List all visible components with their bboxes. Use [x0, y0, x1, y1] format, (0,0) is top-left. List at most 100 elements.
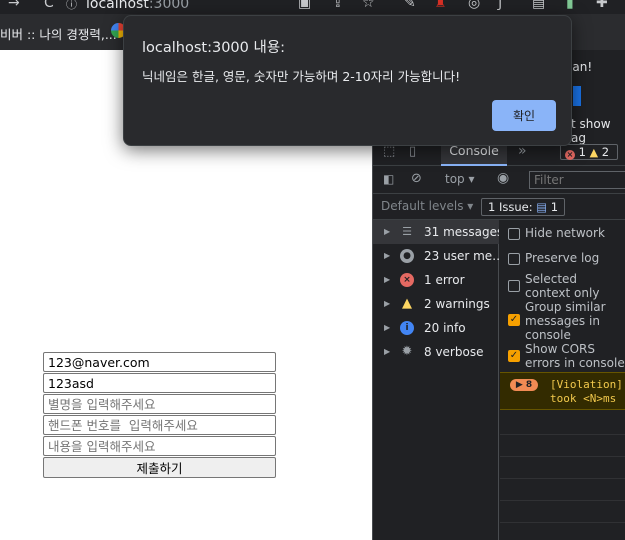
- setting-label: Group similar messages in console: [525, 300, 606, 342]
- clear-console-icon[interactable]: ⊘: [411, 171, 422, 186]
- log-row-divider: [500, 434, 625, 435]
- extension-red-icon[interactable]: ♜: [434, 0, 447, 11]
- sidebar-item-warnings[interactable]: ▶ ▲ 2 warnings: [373, 292, 499, 316]
- checkbox[interactable]: [508, 280, 520, 292]
- error-icon: ×: [400, 273, 414, 287]
- list-icon: ☰: [402, 225, 412, 238]
- violation-count: 8: [525, 380, 533, 390]
- issues-button[interactable]: 1 Issue: ▤ 1: [481, 198, 565, 216]
- levels-bar: Default levels ▾ 1 Issue: ▤ 1: [373, 194, 625, 220]
- filter-input[interactable]: [529, 171, 625, 189]
- setting-label: Hide network: [525, 226, 605, 240]
- extension-note-icon[interactable]: ▤: [532, 0, 545, 11]
- sidebar-item-label: 31 messages: [424, 225, 499, 239]
- password-field[interactable]: [43, 373, 276, 393]
- default-levels-dropdown[interactable]: Default levels ▾: [381, 199, 473, 213]
- expand-arrow-icon: ▶: [384, 323, 391, 332]
- inspect-element-icon[interactable]: ⬚: [383, 144, 395, 159]
- sidebar-item-label: 8 verbose: [424, 345, 484, 359]
- url-port: :3000: [148, 0, 190, 12]
- extension-icon[interactable]: ✎: [404, 0, 416, 11]
- warning-count: 2: [601, 145, 610, 159]
- violation-text: [Violation] took <N>ms: [550, 378, 623, 405]
- submit-button[interactable]: 제출하기: [43, 457, 276, 478]
- sidebar-item-messages[interactable]: ▶ ☰ 31 messages: [373, 220, 499, 244]
- expand-arrow-icon: ▶: [384, 227, 391, 236]
- back-arrow-icon[interactable]: →: [8, 0, 20, 11]
- checkbox-checked[interactable]: ✓: [508, 350, 520, 362]
- log-row-divider: [500, 456, 625, 457]
- extension-target-icon[interactable]: ◎: [468, 0, 480, 11]
- warning-icon: ▲: [402, 296, 412, 311]
- partial-banner-button[interactable]: [573, 86, 581, 106]
- expand-arrow-icon: ▶: [384, 251, 391, 260]
- device-toggle-icon[interactable]: ▯: [409, 144, 416, 159]
- share-icon[interactable]: ⇪: [332, 0, 344, 11]
- log-row-divider: [500, 522, 625, 523]
- bug-icon: ✹: [401, 344, 413, 359]
- alert-title: localhost:3000 내용:: [142, 40, 286, 56]
- sidebar-item-label: 20 info: [424, 321, 466, 335]
- checkbox-checked[interactable]: ✓: [508, 314, 520, 326]
- console-toolbar: ◧ ⊘ top ▾ ◉: [373, 166, 625, 194]
- info-icon[interactable]: ⓘ: [66, 0, 77, 12]
- setting-hide-network[interactable]: Hide network: [508, 226, 625, 244]
- violation-count-badge: ▶ 8: [510, 379, 538, 391]
- issues-label: 1 Issue:: [488, 200, 533, 214]
- extension-green-icon[interactable]: ▮: [566, 0, 574, 11]
- expand-arrow-icon: ▶: [384, 347, 391, 356]
- sidebar-item-info[interactable]: ▶ i 20 info: [373, 316, 499, 340]
- puzzle-icon[interactable]: ✚: [596, 0, 608, 11]
- email-field[interactable]: [43, 352, 276, 372]
- error-icon: ×: [565, 150, 575, 160]
- checkbox[interactable]: [508, 228, 520, 240]
- sidebar-toggle-icon[interactable]: ◧: [383, 172, 394, 186]
- violation-message[interactable]: ▶ 8 [Violation] took <N>ms: [500, 372, 625, 410]
- console-settings: Hide network Preserve log Selected conte…: [500, 220, 625, 370]
- setting-preserve-log[interactable]: Preserve log: [508, 251, 625, 269]
- sidebar-item-verbose[interactable]: ▶ ✹ 8 verbose: [373, 340, 499, 364]
- issues-count: 1: [550, 200, 559, 214]
- context-selector[interactable]: top ▾: [445, 172, 475, 186]
- warning-icon: ▲: [589, 146, 599, 159]
- info-icon: i: [400, 321, 414, 335]
- expand-arrow-icon: ▶: [384, 275, 391, 284]
- message-icon: ▤: [536, 200, 548, 214]
- setting-label: Show CORS errors in console: [525, 342, 625, 370]
- screen-cast-icon[interactable]: ▣: [298, 0, 311, 11]
- log-row-divider: [500, 500, 625, 501]
- bookmark-item[interactable]: 비버 :: 나의 경쟁력,...: [0, 24, 117, 43]
- sidebar-item-errors[interactable]: ▶ × 1 error: [373, 268, 499, 292]
- alert-dialog: localhost:3000 내용: 닉네임은 한글, 영문, 숫자만 가능하며…: [123, 15, 572, 146]
- console-sidebar: ▶ ☰ 31 messages ▶ ● 23 user me… ▶ × 1 er…: [373, 220, 499, 540]
- reload-icon[interactable]: C: [44, 0, 54, 11]
- nickname-input[interactable]: [43, 394, 276, 414]
- address-bar[interactable]: localhost:3000: [86, 0, 189, 12]
- sidebar-item-user-messages[interactable]: ▶ ● 23 user me…: [373, 244, 499, 268]
- error-count: 1: [578, 145, 586, 159]
- sidebar-item-label: 23 user me…: [424, 249, 499, 263]
- setting-group-similar[interactable]: ✓ Group similar messages in console: [508, 300, 625, 342]
- url-host: localhost: [86, 0, 149, 12]
- ok-button[interactable]: 확인: [492, 100, 556, 131]
- setting-selected-context[interactable]: Selected context only: [508, 272, 625, 300]
- phone-input[interactable]: [43, 415, 276, 435]
- alert-message: 닉네임은 한글, 영문, 숫자만 가능하며 2-10자리 가능합니다!: [142, 69, 461, 84]
- sidebar-item-label: 2 warnings: [424, 297, 490, 311]
- context-label: top: [445, 172, 465, 186]
- default-levels-label: Default levels: [381, 199, 464, 213]
- log-row-divider: [500, 478, 625, 479]
- setting-show-cors[interactable]: ✓ Show CORS errors in console: [508, 342, 625, 370]
- eye-icon[interactable]: ◉: [497, 170, 509, 186]
- expand-arrow-icon: ▶: [384, 299, 391, 308]
- browser-toolbar: → C ⓘ localhost:3000 ▣ ⇪ ☆ ✎ ♜ ◎ ƒ ▤ ▮ ✚: [0, 0, 625, 14]
- user-icon: ●: [400, 249, 414, 263]
- star-icon[interactable]: ☆: [362, 0, 375, 11]
- sidebar-item-label: 1 error: [424, 273, 465, 287]
- content-input[interactable]: [43, 436, 276, 456]
- extension-f-icon[interactable]: ƒ: [498, 0, 503, 11]
- setting-label: Preserve log: [525, 251, 600, 265]
- setting-label: Selected context only: [525, 272, 600, 300]
- issues-counter-badge[interactable]: × 1 ▲ 2: [560, 144, 618, 160]
- checkbox[interactable]: [508, 253, 520, 265]
